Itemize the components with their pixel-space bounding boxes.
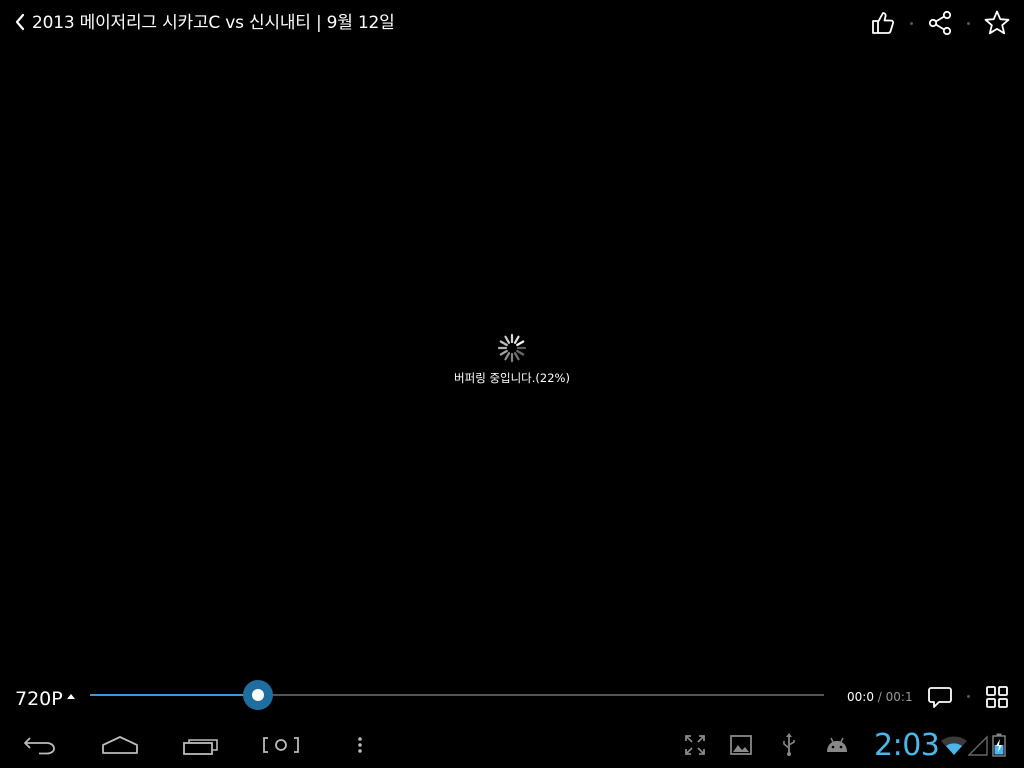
gallery-notification[interactable] [729,732,753,758]
menu-icon [358,737,362,753]
quality-label: 720P [15,688,63,710]
wifi-icon [941,736,967,755]
screenshot-icon [263,737,299,753]
seek-handle[interactable] [243,680,274,710]
seek-bar-progress [90,694,259,696]
seek-handle-dot [252,689,265,701]
fullscreen-notification[interactable] [683,732,707,758]
android-notification[interactable] [823,732,851,758]
fullscreen-icon [685,735,705,755]
share-button[interactable] [925,8,955,38]
duration: 00:1 [885,690,913,704]
recent-apps-icon [183,739,218,755]
top-bar: 2013 메이저리그 시카고C vs 신시내티 | 9월 12일 [0,0,1024,46]
battery-icon [992,733,1006,757]
chevron-left-icon [15,13,25,31]
player-controls: 720P 00:0 / 00:1 [0,672,1024,722]
status-clock: 2:03 [874,728,940,763]
back-icon [24,737,55,755]
thumbs-up-icon [872,12,895,34]
signal-status [968,732,988,758]
spinner-spoke [499,340,508,347]
back-button[interactable] [12,11,28,33]
buffering-text: 버퍼링 중입니다.(22%) [454,371,570,385]
nav-home-button[interactable] [100,732,140,758]
time-separator: / [877,690,882,704]
time-display: 00:0 / 00:1 [847,690,913,704]
nav-back-button[interactable] [22,732,58,758]
nav-screenshot-button[interactable] [262,732,300,758]
spinner-spoke [504,335,511,344]
seek-bar[interactable] [90,680,824,710]
comments-button[interactable] [926,683,954,711]
nav-menu-button[interactable] [352,732,368,758]
separator-dot [967,695,970,698]
system-nav-bar: 2:03 [0,722,1024,768]
star-icon [984,10,1010,35]
favorite-button[interactable] [982,8,1012,38]
buffering-indicator: 버퍼링 중입니다.(22%) [412,330,612,390]
wifi-status [940,732,968,758]
spinner-spoke [513,335,520,344]
video-player-screen: 2013 메이저리그 시카고C vs 신시내티 | 9월 12일 버퍼링 중입니… [0,0,1024,768]
home-icon [102,736,138,754]
separator-dot [910,22,913,25]
spinner-spoke [513,352,520,361]
battery-status [991,732,1007,758]
spinner-spoke [516,349,525,356]
grid-button[interactable] [983,683,1011,711]
grid-icon [986,686,1008,708]
separator-dot [967,22,970,25]
quality-selector[interactable]: 720P [15,688,75,710]
like-button[interactable] [868,8,898,38]
caret-up-icon [66,693,75,699]
usb-icon [783,733,795,756]
nav-recent-apps-button[interactable] [182,732,220,758]
share-icon [928,10,952,36]
video-title: 2013 메이저리그 시카고C vs 신시내티 | 9월 12일 [32,13,395,33]
current-time: 00:0 [847,690,874,704]
usb-notification[interactable] [779,732,799,758]
chat-bubble-icon [928,687,952,708]
spinner-spoke [504,352,511,361]
spinner-spoke [516,340,525,347]
gallery-icon [730,735,752,755]
spinner-spoke [499,349,508,356]
signal-icon [968,735,988,756]
android-icon [827,737,847,752]
spinner-icon [497,333,527,363]
